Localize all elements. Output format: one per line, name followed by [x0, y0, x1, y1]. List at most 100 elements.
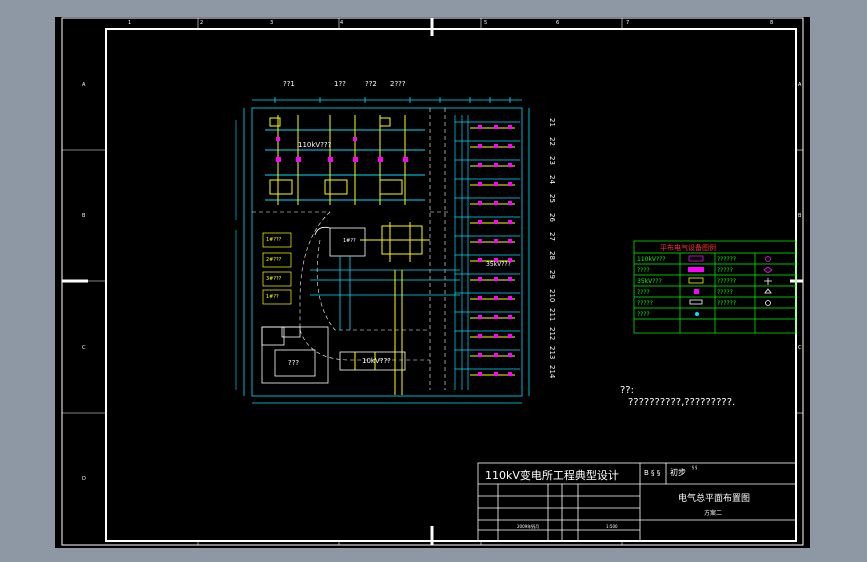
plan-top-label: ??1 — [283, 80, 295, 88]
bay-breaker — [508, 144, 512, 148]
border-number: 4 — [340, 20, 344, 26]
bay-number: 22 — [548, 137, 556, 146]
legend-right-label: ????? — [717, 289, 733, 296]
legend-left-label: 35kV??? — [637, 278, 662, 285]
border-letter: C — [798, 345, 802, 351]
bay-breaker — [478, 353, 482, 357]
bay-breaker — [508, 334, 512, 338]
border-letter: A — [798, 82, 802, 88]
bay-number: 28 — [548, 251, 556, 260]
bay-breaker — [508, 353, 512, 357]
main-building-label: ??? — [288, 359, 300, 367]
bay-breaker — [508, 201, 512, 205]
notes-text: ??????????,?????????. — [628, 397, 736, 408]
bay-breaker — [494, 372, 498, 376]
bay-number: 25 — [548, 194, 556, 203]
bay-breaker — [508, 239, 512, 243]
equipment-box-label: 2#??? — [266, 257, 282, 263]
legend-right-label: ?????? — [717, 278, 737, 285]
scale-field: 1:500 — [606, 524, 618, 529]
legend-right-label: ?????? — [717, 256, 737, 263]
bay-breaker — [494, 163, 498, 167]
bay-number: 26 — [548, 213, 556, 222]
bay-breaker — [478, 163, 482, 167]
plan-top-label: 2??? — [390, 80, 406, 88]
bay-breaker — [508, 315, 512, 319]
bay-number: 23 — [548, 156, 556, 165]
bay-breaker — [508, 125, 512, 129]
border-letter: C — [82, 345, 86, 351]
border-number: 1 — [128, 20, 132, 26]
transformer-label: 1#?? — [343, 238, 356, 244]
bay-breaker — [494, 125, 498, 129]
equipment-box-label: 1#?? — [266, 294, 279, 300]
legend-left-label: ???? — [637, 311, 650, 318]
drawing-title: 电气总平面布置图 — [678, 494, 751, 504]
legend-left-label: ???? — [637, 267, 650, 274]
bay-breaker — [508, 277, 512, 281]
bay-number: 212 — [548, 327, 556, 341]
legend-left-label: 110kV??? — [637, 256, 666, 263]
border-number: 5 — [484, 20, 488, 26]
legend-right-label: ????? — [717, 267, 733, 274]
bay-breaker — [494, 144, 498, 148]
bay-breaker — [478, 125, 482, 129]
bay-breaker — [494, 220, 498, 224]
bay-number: 213 — [548, 346, 556, 360]
bay-number: 214 — [548, 365, 556, 379]
equipment-box-label: 3#??? — [266, 276, 282, 282]
legend-left-label: ???? — [637, 289, 650, 296]
border-letter: B — [82, 213, 86, 219]
bay-breaker — [508, 182, 512, 186]
bay-number: 29 — [548, 270, 556, 279]
bay-breaker — [494, 296, 498, 300]
border-letter: D — [82, 476, 86, 482]
border-number: 3 — [270, 20, 274, 26]
bay-breaker — [478, 182, 482, 186]
bay-breaker — [478, 144, 482, 148]
border-number: 8 — [770, 20, 774, 26]
bay-breaker — [478, 220, 482, 224]
bay-breaker — [508, 220, 512, 224]
bay-number: 211 — [548, 308, 556, 322]
legend-left-label: ????? — [637, 300, 653, 307]
bay-number: 21 — [548, 118, 556, 127]
bay-breaker — [494, 353, 498, 357]
equipment-box-label: 1#??? — [266, 237, 282, 243]
cad-linework — [61, 17, 804, 546]
bay-breaker — [508, 163, 512, 167]
legend-right-label: ?????? — [717, 300, 737, 307]
bay-breaker — [494, 334, 498, 338]
design-stage-sub: § § — [692, 465, 698, 470]
bay-breaker — [494, 239, 498, 243]
bay-breaker — [494, 315, 498, 319]
notes-label: ??: — [620, 385, 634, 396]
legend-title: 平布电气设备图例 — [660, 244, 716, 252]
bay-breaker — [478, 277, 482, 281]
bay-breaker — [494, 201, 498, 205]
grade-letters: B § § — [644, 469, 661, 477]
bay-breaker — [494, 182, 498, 186]
border-letter: B — [798, 213, 802, 219]
bay-breaker — [478, 334, 482, 338]
bay-breaker — [478, 296, 482, 300]
hv-yard-label: 110kV??? — [298, 141, 332, 149]
border-number: 2 — [200, 20, 204, 26]
bay-number: 27 — [548, 232, 556, 241]
date-field: 2009年§§月 — [517, 524, 540, 529]
bay-breaker — [494, 277, 498, 281]
bay-breaker — [508, 296, 512, 300]
bay-number: 24 — [548, 175, 556, 184]
bay-breaker — [478, 315, 482, 319]
border-number: 7 — [626, 20, 630, 26]
plan-top-label: 1?? — [334, 80, 346, 88]
scheme-label: 方案二 — [704, 510, 723, 517]
bay-breaker — [478, 239, 482, 243]
bay-number: 210 — [548, 289, 556, 303]
border-number: 6 — [556, 20, 560, 26]
border-letter: A — [82, 82, 86, 88]
plan-top-label: ??2 — [365, 80, 377, 88]
design-stage: 初步 — [670, 468, 686, 477]
bay-breaker — [478, 201, 482, 205]
bay-breaker — [508, 372, 512, 376]
